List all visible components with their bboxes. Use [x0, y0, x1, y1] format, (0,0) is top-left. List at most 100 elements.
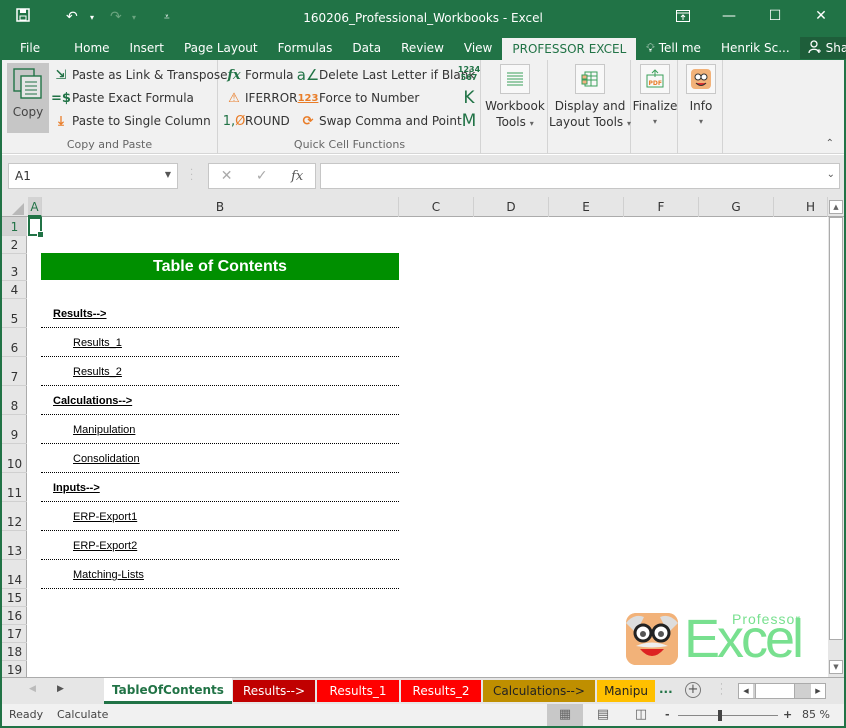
formula-button[interactable]: fx Formula [225, 65, 293, 85]
page-layout-view-icon[interactable]: ▤ [585, 704, 621, 726]
insert-function-icon[interactable]: fx [291, 169, 303, 184]
number-format-button[interactable]: 1234 567 [458, 64, 480, 84]
formula-input[interactable]: ⌄ [320, 163, 840, 189]
zoom-slider-knob[interactable] [717, 710, 722, 721]
force-to-number-button[interactable]: 123 Force to Number [298, 88, 420, 108]
toc-link-matching-lists[interactable]: Matching-Lists [73, 569, 144, 581]
cancel-entry-icon[interactable]: ✕ [221, 168, 233, 184]
row-header-16[interactable]: 16 [2, 607, 27, 625]
close-icon[interactable]: ✕ [798, 0, 844, 32]
normal-view-icon[interactable]: ▦ [547, 704, 583, 726]
millions-button[interactable]: M [460, 111, 480, 131]
formula-bar-resize-handle[interactable]: · · · [190, 166, 193, 186]
copy-button[interactable]: Copy [7, 63, 49, 133]
paste-exact-formula-button[interactable]: =$ Paste Exact Formula [51, 88, 194, 108]
tab-page-layout[interactable]: Page Layout [174, 36, 268, 60]
horizontal-scrollbar[interactable]: ◀ ▶ [738, 683, 826, 699]
sheet-tab-calculations[interactable]: Calculations--> [483, 680, 595, 702]
toc-link-consolidation[interactable]: Consolidation [73, 453, 140, 465]
status-calculate[interactable]: Calculate [57, 708, 108, 721]
column-header-a[interactable]: A [28, 197, 42, 217]
tab-home[interactable]: Home [50, 36, 119, 60]
toc-link-results-1[interactable]: Results_1 [73, 337, 122, 349]
expand-formula-bar-icon[interactable]: ⌄ [827, 169, 835, 180]
swap-comma-point-button[interactable]: ⟳ Swap Comma and Point [299, 111, 462, 131]
share-button[interactable]: Share [799, 37, 846, 59]
maximize-icon[interactable]: ☐ [752, 0, 798, 32]
tab-professor-excel[interactable]: PROFESSOR EXCEL [502, 38, 637, 60]
row-header-8[interactable]: 8 [2, 386, 27, 415]
toc-link-inputs[interactable]: Inputs--> [53, 482, 100, 494]
row-header-17[interactable]: 17 [2, 625, 27, 643]
toc-link-results[interactable]: Results--> [53, 308, 107, 320]
finalize-button[interactable]: PDF Finalize ▾ [632, 64, 678, 130]
tab-data[interactable]: Data [342, 36, 391, 60]
name-box[interactable]: A1 ▼ [8, 163, 178, 189]
row-header-1[interactable]: 1 [2, 217, 27, 236]
row-header-11[interactable]: 11 [2, 473, 27, 502]
column-header-f[interactable]: F [624, 197, 699, 217]
column-header-c[interactable]: C [399, 197, 474, 217]
page-break-view-icon[interactable]: ◫ [623, 704, 659, 726]
row-header-18[interactable]: 18 [2, 643, 27, 661]
vertical-scrollbar[interactable]: ▼ [828, 217, 844, 677]
zoom-out-button[interactable]: - [665, 708, 670, 721]
row-header-10[interactable]: 10 [2, 444, 27, 473]
display-layout-tools-button[interactable]: Display and Layout Tools ▾ [549, 64, 631, 132]
sheet-tab-manipu[interactable]: Manipu [597, 680, 655, 702]
zoom-slider[interactable] [678, 710, 778, 721]
vertical-scroll-thumb[interactable] [829, 217, 843, 640]
column-header-d[interactable]: D [474, 197, 549, 217]
row-header-2[interactable]: 2 [2, 236, 27, 254]
info-button[interactable]: Info ▾ [679, 64, 723, 130]
selected-cell-a1[interactable] [28, 217, 44, 238]
zoom-level[interactable]: 85 % [802, 708, 830, 721]
column-header-g[interactable]: G [699, 197, 774, 217]
toc-link-results-2[interactable]: Results_2 [73, 366, 122, 378]
row-header-15[interactable]: 15 [2, 589, 27, 607]
sheet-tab-tableofcontents[interactable]: TableOfContents [104, 678, 232, 704]
iferror-button[interactable]: ⚠︎ IFERROR [225, 88, 297, 108]
ribbon-display-options-icon[interactable] [660, 0, 706, 32]
toc-link-manipulation[interactable]: Manipulation [73, 424, 135, 436]
row-header-6[interactable]: 6 [2, 328, 27, 357]
tab-formulas[interactable]: Formulas [268, 36, 343, 60]
minimize-icon[interactable]: — [706, 0, 752, 32]
sheet-tab-results-1[interactable]: Results_1 [317, 680, 399, 702]
paste-link-transpose-button[interactable]: ⇲ Paste as Link & Transpose [52, 65, 228, 85]
tell-me-button[interactable]: 💡︎ Tell me [636, 36, 711, 60]
row-header-13[interactable]: 13 [2, 531, 27, 560]
paste-single-column-button[interactable]: ⤓ Paste to Single Column [52, 111, 211, 131]
tab-review[interactable]: Review [391, 36, 454, 60]
more-sheets-button[interactable]: ... [659, 682, 673, 696]
toc-link-calculations[interactable]: Calculations--> [53, 395, 132, 407]
confirm-entry-icon[interactable]: ✓ [256, 168, 268, 184]
column-header-h[interactable]: H [774, 197, 828, 217]
row-header-12[interactable]: 12 [2, 502, 27, 531]
toc-link-erp-export2[interactable]: ERP-Export2 [73, 540, 137, 552]
toc-link-erp-export1[interactable]: ERP-Export1 [73, 511, 137, 523]
tab-view[interactable]: View [454, 36, 502, 60]
row-header-7[interactable]: 7 [2, 357, 27, 386]
sheet-tab-results[interactable]: Results--> [233, 680, 315, 702]
zoom-in-button[interactable]: + [783, 708, 792, 721]
workbook-tools-button[interactable]: Workbook Tools ▾ [482, 64, 548, 132]
row-header-5[interactable]: 5 [2, 299, 27, 328]
name-box-dropdown-icon[interactable]: ▼ [165, 170, 171, 179]
collapse-ribbon-icon[interactable]: ⌃ [826, 138, 834, 149]
select-all-corner[interactable] [2, 197, 28, 217]
column-header-b[interactable]: B [42, 197, 399, 217]
thousands-button[interactable]: K [460, 88, 480, 108]
horizontal-scroll-thumb[interactable] [755, 684, 795, 698]
user-account[interactable]: Henrik Sc... [711, 36, 800, 60]
prev-sheet-icon[interactable]: ◀ [29, 684, 36, 694]
row-header-14[interactable]: 14 [2, 560, 27, 589]
scroll-right-button[interactable]: ▶ [811, 684, 825, 698]
row-header-9[interactable]: 9 [2, 415, 27, 444]
worksheet[interactable]: Table of Contents Professor Excel Result… [28, 217, 826, 677]
row-header-3[interactable]: 3 [2, 254, 27, 281]
add-sheet-icon[interactable]: + [685, 682, 701, 698]
sheet-tab-results-2[interactable]: Results_2 [401, 680, 481, 702]
scroll-down-button[interactable]: ▼ [829, 660, 843, 674]
tab-insert[interactable]: Insert [120, 36, 174, 60]
